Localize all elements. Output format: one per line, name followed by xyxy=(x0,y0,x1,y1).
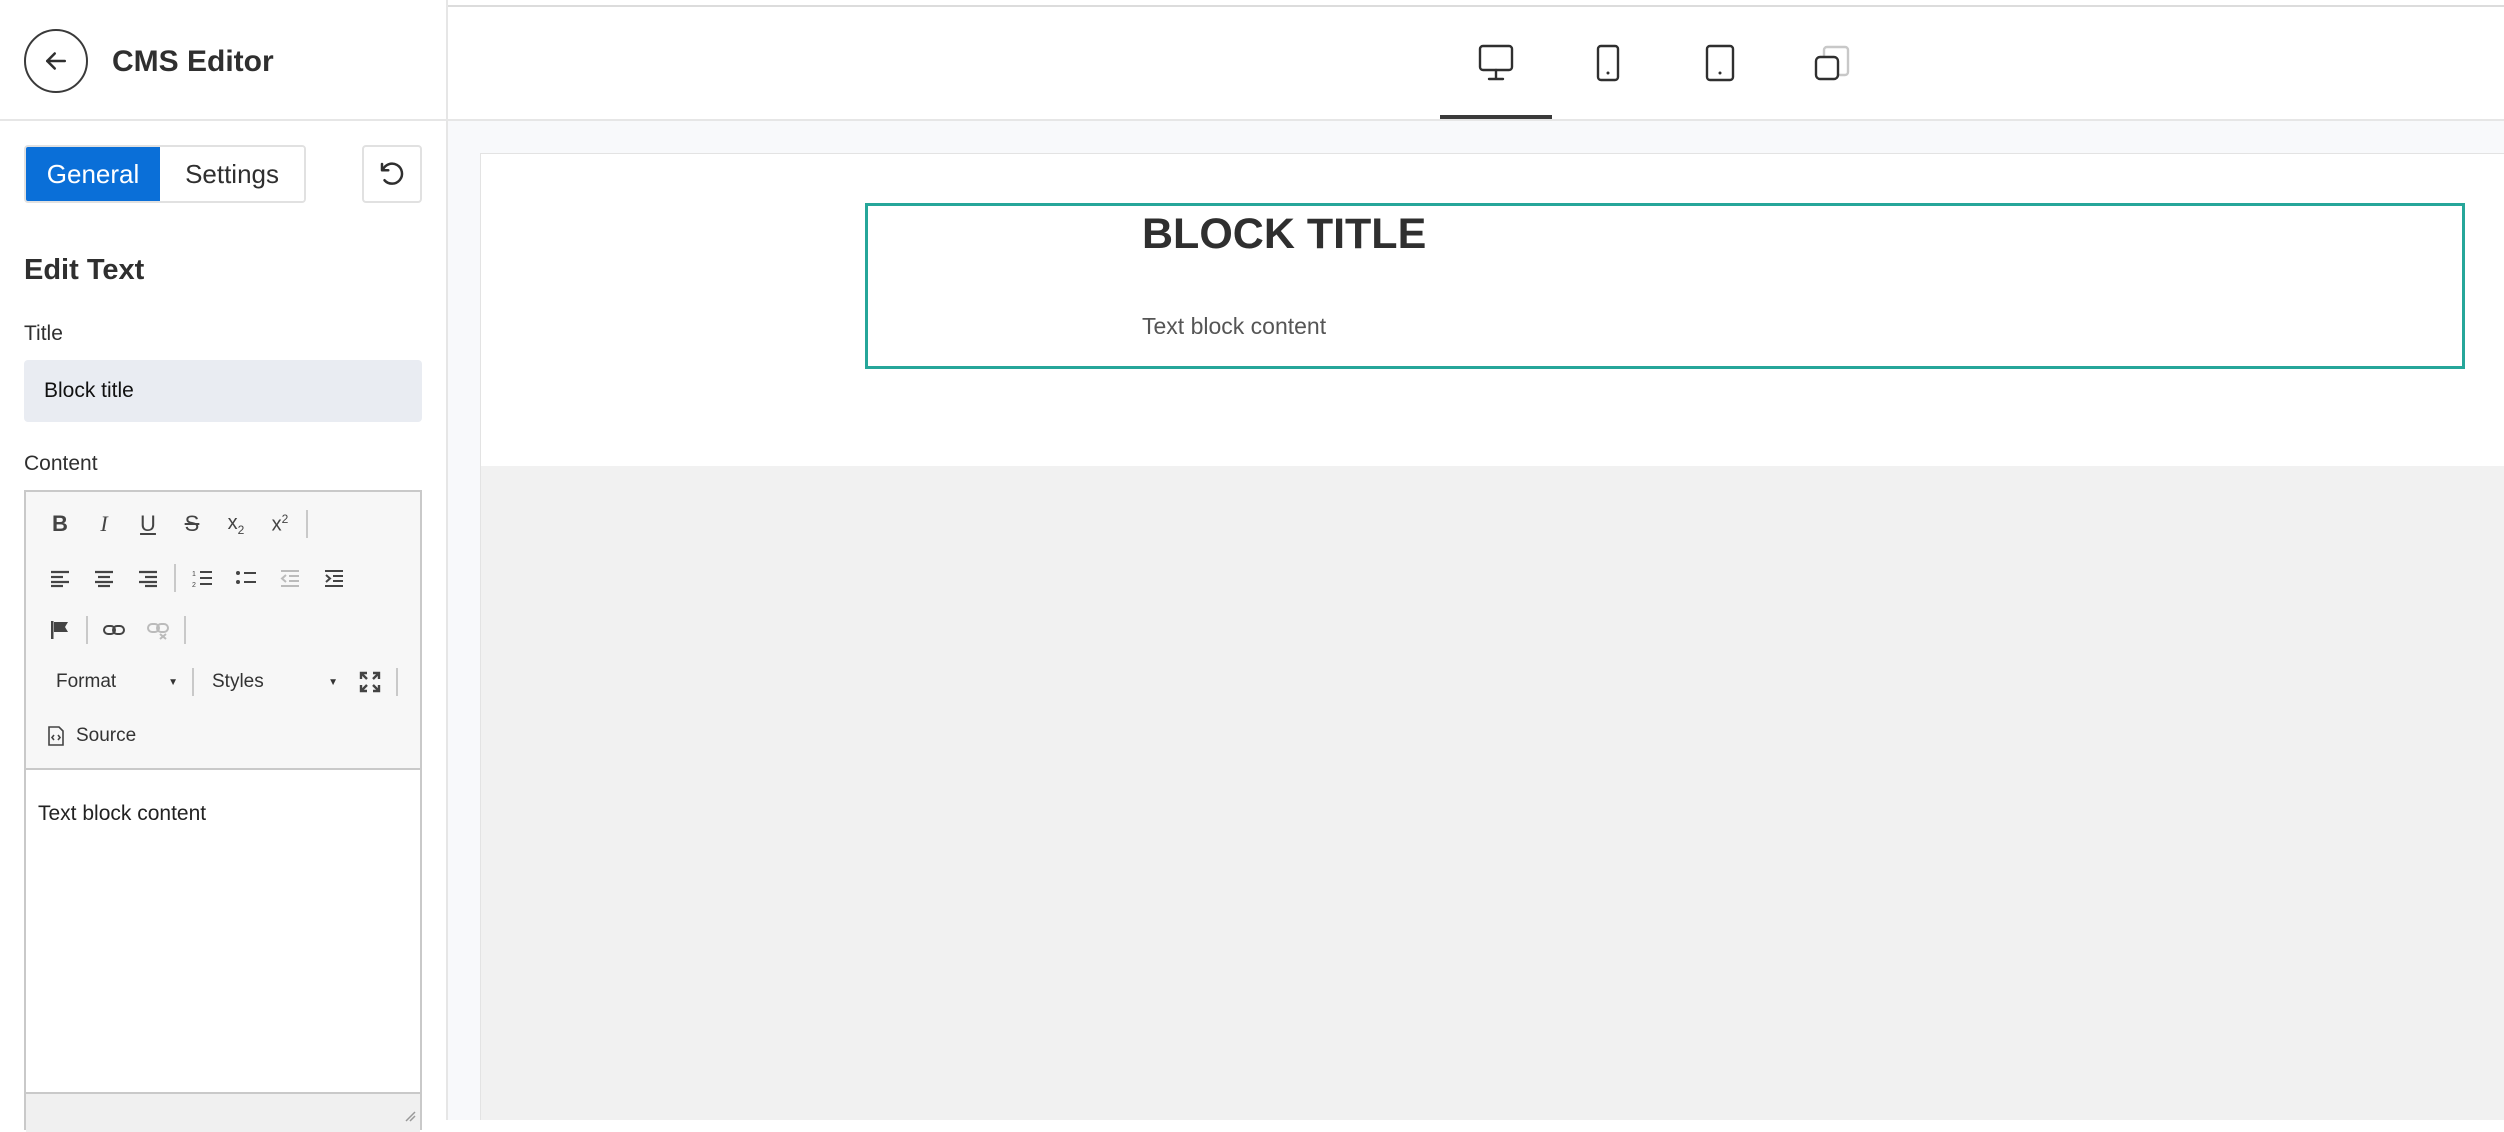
toolbar-row-4: Format ▼ Styles ▼ xyxy=(38,662,402,702)
link-button[interactable] xyxy=(92,610,136,650)
tab-general[interactable]: General xyxy=(26,147,161,201)
toolbar-row-5: Source xyxy=(38,716,144,756)
align-left-button[interactable] xyxy=(38,558,82,598)
panel-tabs: General Settings xyxy=(24,145,306,203)
bold-button[interactable]: B xyxy=(38,504,82,544)
undo-icon xyxy=(380,162,404,185)
flag-button[interactable] xyxy=(38,610,82,650)
strikethrough-button[interactable]: S xyxy=(170,504,214,544)
toolbar-row-3 xyxy=(38,610,190,650)
editor-toolbar: B I U S x2 x2 1 2 Format ▼ Styles ▼ Sour… xyxy=(26,492,420,770)
link-icon xyxy=(103,625,125,635)
block-text: Text block content xyxy=(1142,313,1327,339)
toolbar-separator xyxy=(174,564,176,592)
bold-icon: B xyxy=(52,511,68,536)
toolbar-separator xyxy=(306,510,308,538)
svg-text:2: 2 xyxy=(192,582,196,588)
align-center-button[interactable] xyxy=(82,558,126,598)
align-right-icon xyxy=(139,570,157,588)
unlink-button[interactable] xyxy=(136,610,180,650)
left-panel: CMS Editor General Settings Edit Text Ti… xyxy=(0,0,448,1132)
toolbar-row-1: B I U S x2 x2 xyxy=(38,504,312,544)
source-label: Source xyxy=(76,725,137,746)
strikethrough-icon: S xyxy=(184,511,200,536)
left-header: CMS Editor xyxy=(0,7,446,121)
rich-text-editor: B I U S x2 x2 1 2 Format ▼ Styles ▼ Sour… xyxy=(24,490,422,1132)
flag-icon xyxy=(51,621,68,639)
caret-down-icon: ▼ xyxy=(168,676,178,688)
subscript-button[interactable]: x2 xyxy=(214,504,258,544)
toolbar-separator xyxy=(184,616,186,644)
toolbar-row-2: 12 xyxy=(38,558,356,598)
responsive-icon xyxy=(1814,45,1850,81)
device-responsive-button[interactable] xyxy=(1776,7,1888,119)
maximize-icon xyxy=(359,671,381,693)
align-left-icon xyxy=(51,570,69,588)
editor-content-area[interactable]: Text block content xyxy=(26,772,420,1092)
source-button[interactable]: Source xyxy=(38,716,144,756)
source-icon xyxy=(48,726,64,746)
styles-dropdown[interactable]: Styles ▼ xyxy=(198,662,348,702)
device-mobile-button[interactable] xyxy=(1552,7,1664,119)
toolbar-separator xyxy=(396,668,398,696)
title-label: Title xyxy=(24,322,63,345)
app-title: CMS Editor xyxy=(112,45,274,78)
bulleted-list-icon xyxy=(236,571,256,584)
section-title: Edit Text xyxy=(24,254,145,286)
underline-icon: U xyxy=(140,511,156,536)
tablet-icon xyxy=(1705,44,1735,82)
bulleted-list-button[interactable] xyxy=(224,558,268,598)
unlink-icon xyxy=(147,623,169,640)
arrow-left-icon xyxy=(46,52,66,70)
superscript-icon: x2 xyxy=(271,511,289,536)
underline-button[interactable]: U xyxy=(126,504,170,544)
device-desktop-button[interactable] xyxy=(1440,7,1552,119)
format-dropdown[interactable]: Format ▼ xyxy=(38,662,188,702)
outdent-icon xyxy=(280,570,299,587)
numbered-list-icon: 12 xyxy=(192,571,212,588)
device-switcher-bar xyxy=(448,7,2504,121)
indent-button[interactable] xyxy=(312,558,356,598)
text-block-selected[interactable]: BLOCK TITLE Text block content xyxy=(865,203,2465,369)
subscript-icon: x2 xyxy=(227,511,245,537)
maximize-button[interactable] xyxy=(348,662,392,702)
toolbar-separator xyxy=(192,668,194,696)
styles-label: Styles xyxy=(212,671,264,692)
italic-button[interactable]: I xyxy=(82,504,126,544)
tab-settings[interactable]: Settings xyxy=(160,147,304,201)
undo-button[interactable] xyxy=(362,145,422,203)
resize-grip-icon xyxy=(405,1111,416,1122)
outdent-button[interactable] xyxy=(268,558,312,598)
device-tablet-button[interactable] xyxy=(1664,7,1776,119)
align-right-button[interactable] xyxy=(126,558,170,598)
align-center-icon xyxy=(95,570,113,588)
format-label: Format xyxy=(56,671,117,692)
title-input[interactable] xyxy=(24,360,422,422)
editor-resize-bar[interactable] xyxy=(26,1092,420,1132)
block-title: BLOCK TITLE xyxy=(1142,210,1427,258)
superscript-button[interactable]: x2 xyxy=(258,504,302,544)
content-label: Content xyxy=(24,452,98,475)
indent-icon xyxy=(325,570,343,587)
desktop-icon xyxy=(1478,44,1514,81)
toolbar-separator xyxy=(86,616,88,644)
preview-page: BLOCK TITLE Text block content xyxy=(480,153,2504,1120)
numbered-list-button[interactable]: 12 xyxy=(180,558,224,598)
italic-icon: I xyxy=(100,511,108,536)
preview-canvas: BLOCK TITLE Text block content xyxy=(448,121,2504,1120)
preview-section: BLOCK TITLE Text block content xyxy=(481,154,2504,466)
mobile-icon xyxy=(1596,44,1620,82)
back-button[interactable] xyxy=(24,29,88,93)
caret-down-icon: ▼ xyxy=(328,676,338,688)
svg-text:1: 1 xyxy=(192,571,196,578)
